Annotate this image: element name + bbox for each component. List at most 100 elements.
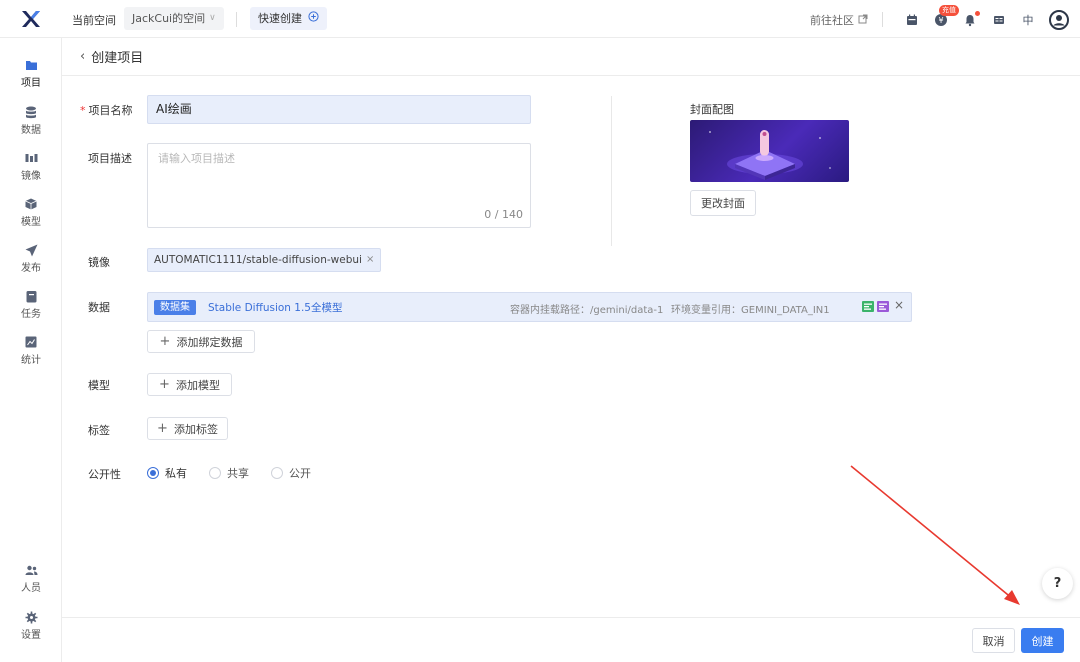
sidebar-item-stats[interactable]: 统计 [0,335,62,366]
plus-icon: + [159,334,171,349]
sidebar: 项目 数据 镜像 模型 发布 任务 统计 人员 设置 [0,38,62,662]
add-tag-label: 添加标签 [173,422,218,436]
folder-icon [24,58,38,72]
workspace-select[interactable]: JackCui的空间 ∨ [124,7,224,30]
gear-icon [24,610,38,624]
radio-label: 共享 [227,467,249,480]
cancel-button[interactable]: 取消 [972,628,1015,653]
change-cover-button[interactable]: 更改封面 [690,190,756,216]
close-icon[interactable]: × [894,298,904,312]
sidebar-item-label: 设置 [21,630,41,641]
mirror-label: 镜像 [88,256,110,269]
desc-char-count: 0 / 140 [484,208,523,221]
sidebar-item-members[interactable]: 人员 [0,563,62,594]
wallet-icon[interactable]: ¥ 充值 [933,5,959,28]
sidebar-item-projects[interactable]: 项目 [0,58,62,89]
bell-icon[interactable] [962,11,980,28]
divider [611,96,612,246]
dataset-env-var: 环境变量引用：GEMINI_DATA_IN1 [671,305,830,316]
image-icon [24,151,38,165]
dataset-actions [862,301,889,315]
sidebar-item-label: 项目 [21,78,41,89]
radio-label: 公开 [289,467,311,480]
copy-env-icon[interactable] [877,301,889,315]
quick-create-button[interactable]: 快速创建 [250,7,327,30]
dataset-name[interactable]: Stable Diffusion 1.5全模型 [208,300,343,315]
mirror-tag[interactable]: AUTOMATIC1111/stable-diffusion-webui × [147,248,382,272]
radio-circle [209,467,221,479]
plus-icon: + [157,421,168,436]
radio-private[interactable]: 私有 [147,465,187,481]
people-icon [24,563,38,577]
main-content: ‹ 创建项目 * 项目名称 AI绘画 项目描述 请输入项目描述 0 / 140 封… [62,38,1080,662]
notification-dot [975,11,980,16]
send-icon [24,243,38,257]
project-desc-textarea[interactable]: 请输入项目描述 0 / 140 [147,143,531,228]
book-icon[interactable] [991,12,1007,28]
workspace-value: JackCui的空间 [132,12,206,25]
svg-text:¥: ¥ [938,16,943,25]
data-label: 数据 [88,301,110,314]
mirror-tag-label: AUTOMATIC1111/stable-diffusion-webui [154,254,362,266]
close-icon[interactable]: × [366,249,374,271]
page-header: ‹ 创建项目 [62,38,1080,76]
plus-circle-icon [308,7,319,30]
create-button[interactable]: 创建 [1021,628,1064,653]
dataset-badge: 数据集 [154,300,196,315]
sidebar-item-label: 统计 [21,355,41,366]
radio-public[interactable]: 公开 [271,465,311,481]
chevron-down-icon: ∨ [209,13,216,23]
radio-circle [147,467,159,479]
avatar-icon[interactable] [1049,10,1069,30]
footer-bar: 取消 创建 [62,617,1080,662]
radio-shared[interactable]: 共享 [209,465,249,481]
sidebar-item-label: 人员 [21,583,41,594]
sidebar-item-settings[interactable]: 设置 [0,610,62,641]
external-link-icon [858,14,868,27]
radio-label: 私有 [165,467,187,480]
language-toggle[interactable]: 中 [1020,12,1036,28]
divider [882,12,883,27]
tag-label: 标签 [88,424,110,437]
dataset-row: 数据集 Stable Diffusion 1.5全模型 容器内挂载路径：/gem… [147,292,912,322]
sidebar-item-publish[interactable]: 发布 [0,243,62,274]
desc-label: 项目描述 [88,152,132,165]
visibility-radio-group: 私有 共享 公开 [147,465,311,481]
add-tag-button[interactable]: + 添加标签 [147,417,228,440]
toolbar-icons: ¥ 充值 中 [904,5,1069,30]
project-name-input[interactable]: AI绘画 [147,95,531,124]
task-icon [24,289,38,303]
copy-path-icon[interactable] [862,301,874,315]
chart-icon [24,335,38,349]
add-data-button[interactable]: + 添加绑定数据 [147,330,255,353]
name-label: * 项目名称 [80,102,133,118]
add-model-button[interactable]: + 添加模型 [147,373,232,396]
sidebar-item-label: 模型 [21,217,41,228]
visibility-label: 公开性 [88,468,121,481]
help-button[interactable]: ? [1042,568,1073,599]
cover-image [690,120,849,182]
add-data-label: 添加绑定数据 [176,335,243,349]
plus-icon: + [159,377,170,392]
top-bar: 当前空间 JackCui的空间 ∨ 快速创建 前往社区 ¥ 充值 中 [0,0,1080,38]
logo-icon[interactable] [20,8,42,30]
desc-placeholder: 请输入项目描述 [158,152,235,165]
sidebar-item-label: 数据 [21,125,41,136]
sidebar-item-data[interactable]: 数据 [0,105,62,136]
add-model-label: 添加模型 [175,378,220,392]
sidebar-item-models[interactable]: 模型 [0,197,62,228]
dataset-mount-path: 容器内挂载路径：/gemini/data-1 [510,305,664,316]
sidebar-item-label: 发布 [21,263,41,274]
divider [236,12,237,27]
workspace-label: 当前空间 [72,14,116,27]
cover-label: 封面配图 [690,103,734,116]
recharge-badge: 充值 [939,5,959,16]
back-icon[interactable]: ‹ [80,49,85,64]
page-title: 创建项目 [91,51,144,66]
calendar-icon[interactable] [904,12,920,28]
required-mark: * [80,104,86,117]
community-label: 前往社区 [810,14,854,27]
sidebar-item-images[interactable]: 镜像 [0,151,62,182]
sidebar-item-tasks[interactable]: 任务 [0,289,62,320]
community-link[interactable]: 前往社区 [810,12,868,28]
